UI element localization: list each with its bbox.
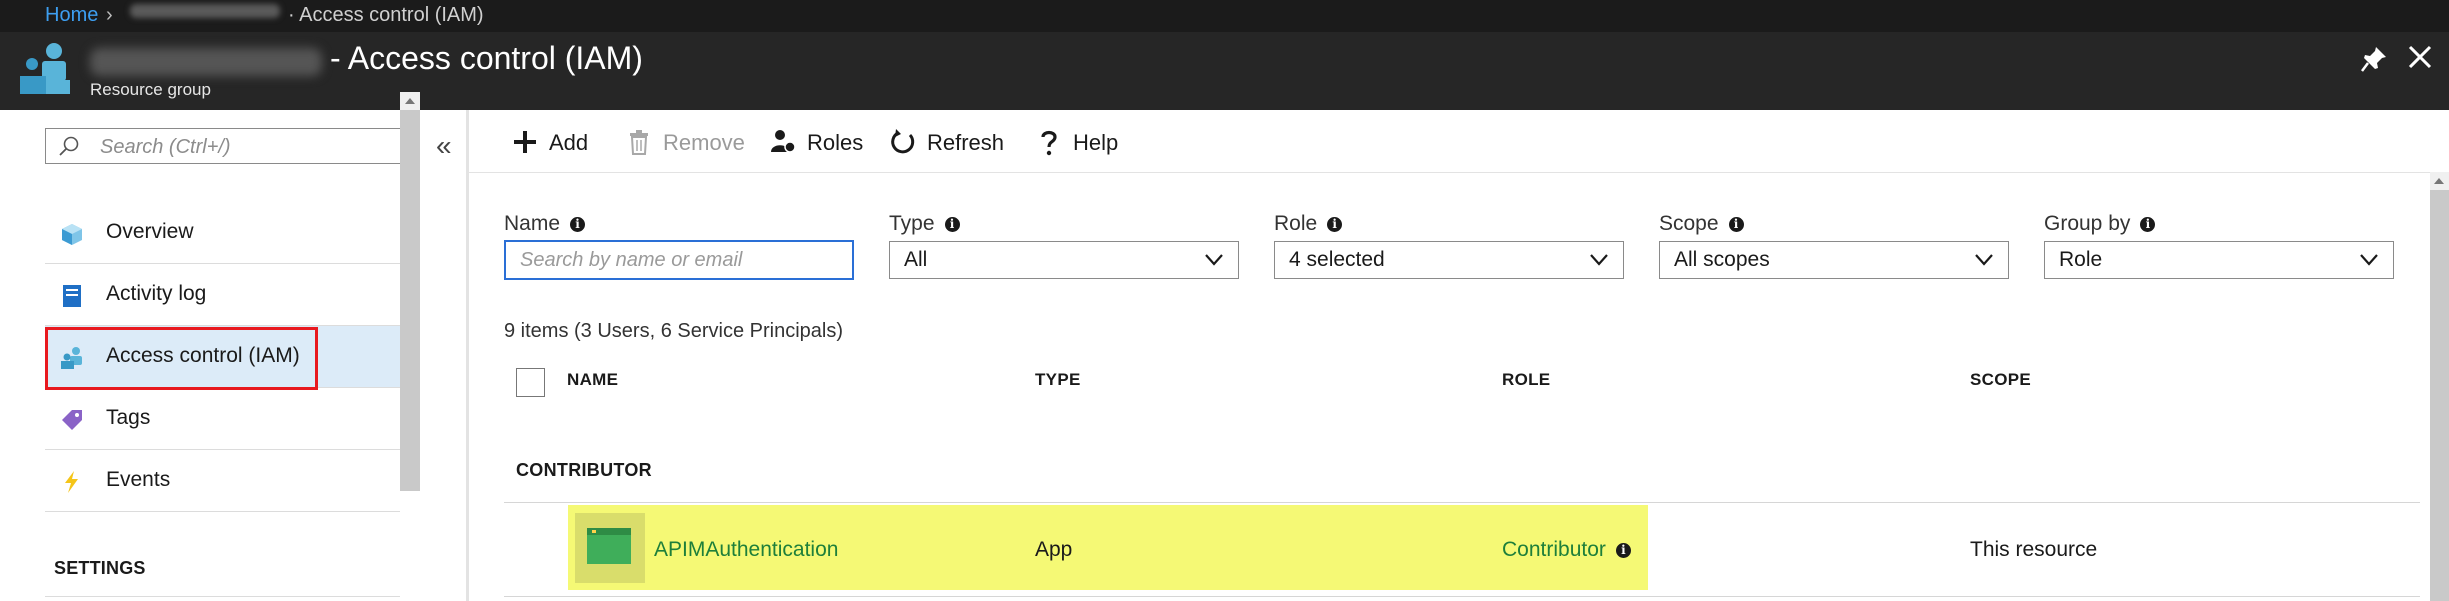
nav-item-activity-log[interactable]: Activity log: [45, 264, 400, 326]
info-icon[interactable]: i: [944, 217, 960, 232]
info-icon[interactable]: i: [570, 217, 586, 232]
nav-item-overview[interactable]: Overview: [45, 202, 400, 264]
nav-label-tags: Tags: [106, 406, 151, 429]
settings-divider: [45, 596, 400, 597]
chevron-down-icon: [1590, 254, 1608, 266]
nav-label-events: Events: [106, 468, 171, 491]
nav-label-overview: Overview: [106, 220, 194, 243]
type-dropdown-value: All: [904, 248, 928, 271]
column-header-name[interactable]: NAME: [567, 370, 618, 390]
nav-item-tags[interactable]: Tags: [45, 388, 400, 450]
roles-label: Roles: [807, 130, 864, 155]
pin-icon[interactable]: [2359, 44, 2389, 74]
scope-filter-label: Scope i: [1659, 212, 1744, 236]
role-filter-label: Role i: [1274, 212, 1343, 236]
breadcrumb-redacted-resource[interactable]: [130, 4, 280, 18]
command-bar: Add Remove Roles Refresh Help: [469, 110, 2449, 173]
scope-dropdown[interactable]: All scopes: [1659, 241, 2009, 279]
tag-icon: [62, 410, 82, 430]
info-icon[interactable]: i: [1327, 217, 1343, 232]
collapse-menu-button[interactable]: «: [436, 132, 452, 160]
question-mark-icon: [1041, 130, 1057, 156]
name-search-input[interactable]: [504, 240, 854, 280]
nav-label-activity-log: Activity log: [106, 282, 207, 305]
plus-icon: [514, 131, 536, 153]
info-icon[interactable]: i: [1728, 217, 1744, 232]
column-header-role[interactable]: ROLE: [1502, 370, 1550, 390]
menu-search-box[interactable]: [45, 128, 419, 165]
chevron-down-icon: [1975, 254, 1993, 266]
row-divider: [504, 596, 2420, 597]
breadcrumb: Home › · Access control (IAM): [0, 0, 2449, 32]
page-title: - Access control (IAM): [330, 40, 643, 76]
chevron-down-icon: [2360, 254, 2378, 266]
row-divider: [504, 502, 2420, 503]
help-label: Help: [1073, 130, 1119, 155]
page-subtitle: Resource group: [90, 80, 211, 99]
menu-scroll-up-arrow[interactable]: [400, 92, 420, 110]
close-icon[interactable]: [2405, 42, 2435, 72]
menu-scrollbar[interactable]: [400, 92, 420, 491]
info-icon[interactable]: i: [2140, 217, 2156, 232]
app-icon: [587, 528, 631, 564]
overview-cube-icon: [62, 224, 82, 245]
groupby-filter-label: Group by i: [2044, 212, 2156, 236]
table-row-app-avatar: [575, 513, 645, 583]
selected-item-highlight-box: [45, 327, 318, 390]
table-cell-scope: This resource: [1970, 538, 2098, 561]
remove-label: Remove: [663, 130, 745, 155]
breadcrumb-home-link[interactable]: Home: [45, 4, 98, 27]
role-dropdown[interactable]: 4 selected: [1274, 241, 1624, 279]
table-cell-role-link[interactable]: Contributor i: [1502, 538, 1631, 562]
select-all-checkbox[interactable]: [516, 368, 545, 397]
scope-dropdown-value: All scopes: [1674, 248, 1770, 271]
breadcrumb-separator: ›: [106, 4, 113, 26]
redacted-resource-name: [90, 48, 322, 76]
table-cell-name-link[interactable]: APIMAuthentication: [654, 538, 838, 562]
group-header-contributor: CONTRIBUTOR: [516, 460, 652, 480]
content-scroll-up-arrow[interactable]: [2430, 172, 2449, 190]
refresh-icon: [891, 129, 915, 154]
nav-item-events[interactable]: Events: [45, 450, 400, 512]
type-filter-label: Type i: [889, 212, 960, 236]
item-count-summary: 9 items (3 Users, 6 Service Principals): [504, 320, 843, 342]
search-icon: [59, 136, 79, 156]
settings-section-heading: SETTINGS: [54, 558, 146, 578]
roles-people-icon: [771, 130, 796, 153]
breadcrumb-current: · Access control (IAM): [288, 4, 484, 26]
name-filter-label: Name i: [504, 212, 586, 236]
info-icon[interactable]: i: [1615, 543, 1631, 558]
table-cell-type: App: [1035, 538, 1073, 561]
content-scrollbar[interactable]: [2430, 172, 2449, 601]
trash-icon: [630, 130, 648, 155]
menu-search-input[interactable]: [98, 129, 412, 165]
type-dropdown[interactable]: All: [889, 241, 1239, 279]
add-label: Add: [549, 130, 589, 155]
column-header-type[interactable]: TYPE: [1035, 370, 1081, 390]
chevron-down-icon: [1205, 254, 1223, 266]
activity-log-icon: [63, 285, 81, 307]
blade-header: - Access control (IAM) Resource group: [0, 32, 2449, 110]
role-dropdown-value: 4 selected: [1289, 248, 1385, 271]
refresh-label: Refresh: [927, 130, 1005, 155]
groupby-dropdown[interactable]: Role: [2044, 241, 2394, 279]
lightning-icon: [65, 471, 78, 493]
resource-group-icon: [20, 43, 70, 94]
groupby-dropdown-value: Role: [2059, 248, 2103, 271]
column-header-scope[interactable]: SCOPE: [1970, 370, 2031, 390]
